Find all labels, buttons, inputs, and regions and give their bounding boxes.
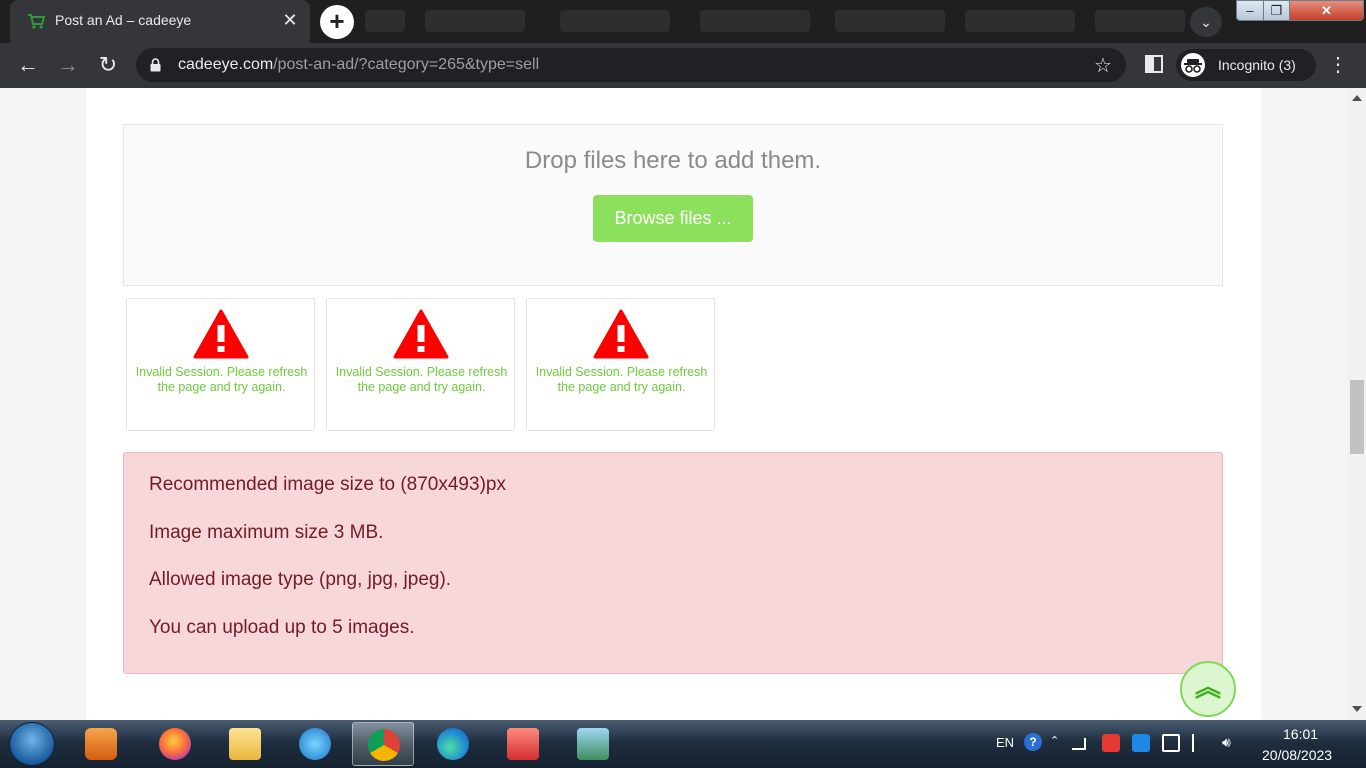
kebab-menu-icon[interactable]: ⋮ <box>1328 51 1348 79</box>
incognito-button[interactable]: Incognito (3) <box>1176 49 1316 81</box>
volume-icon[interactable]: 🔊︎ <box>1222 734 1240 752</box>
upload-thumbnail[interactable]: Invalid Session. Please refresh the page… <box>526 298 715 431</box>
image-requirements-alert: Recommended image size to (870x493)px Im… <box>123 452 1223 674</box>
background-tab[interactable] <box>965 10 1075 32</box>
url-path: /post-an-ad/?category=265&type=sell <box>273 56 540 73</box>
side-panel-icon[interactable] <box>1145 55 1163 73</box>
background-tab[interactable] <box>365 10 405 32</box>
upload-error-message: Invalid Session. Please refresh the page… <box>335 365 508 394</box>
reload-icon[interactable]: ↻ <box>94 51 122 79</box>
url-host: cadeeye.com <box>178 56 274 73</box>
browser-tab-strip: Post an Ad – cadeeye ✕ + ⌄ – ❐ ✕ <box>0 0 1366 43</box>
chrome-taskbar-icon[interactable] <box>352 722 414 766</box>
scroll-down-arrow-icon[interactable] <box>1352 706 1362 712</box>
network-signal-icon[interactable] <box>1072 738 1086 750</box>
alert-line: Recommended image size to (870x493)px <box>149 474 506 495</box>
show-hidden-icons-icon[interactable]: ⌃ <box>1050 734 1068 752</box>
background-tabs <box>365 0 1185 43</box>
address-bar[interactable]: cadeeye.com/post-an-ad/?category=265&typ… <box>136 48 1126 82</box>
incognito-label: Incognito (3) <box>1218 57 1296 73</box>
clock-date[interactable]: 20/08/2023 <box>1262 747 1332 763</box>
pdf-app-taskbar-icon[interactable] <box>492 722 554 766</box>
windows-start-icon[interactable] <box>9 722 55 766</box>
chevron-down-icon[interactable]: ⌄ <box>1190 7 1222 37</box>
url-text: cadeeye.com/post-an-ad/?category=265&typ… <box>178 56 539 74</box>
browser-toolbar: ← → ↻ cadeeye.com/post-an-ad/?category=2… <box>0 43 1366 88</box>
background-tab[interactable] <box>560 10 670 32</box>
back-arrow-icon[interactable]: ← <box>14 51 42 79</box>
lock-icon[interactable] <box>150 58 161 72</box>
window-controls: – ❐ ✕ <box>1236 0 1366 22</box>
double-chevron-up-icon[interactable]: ︽ <box>1180 661 1236 717</box>
alert-line: Allowed image type (png, jpg, jpeg). <box>149 569 452 590</box>
forward-arrow-icon[interactable]: → <box>54 51 82 79</box>
post-ad-content: Drop files here to add them. Browse file… <box>86 88 1261 720</box>
plus-icon[interactable]: + <box>320 5 354 39</box>
warning-triangle-icon <box>393 309 449 359</box>
edge-taskbar-icon[interactable] <box>422 722 484 766</box>
firefox-taskbar-icon[interactable] <box>144 722 206 766</box>
action-center-flag-icon[interactable] <box>1192 734 1210 752</box>
minimize-button[interactable]: – <box>1236 0 1264 21</box>
clock-time[interactable]: 16:01 <box>1283 726 1318 742</box>
scroll-up-arrow-icon[interactable] <box>1352 95 1362 101</box>
incognito-icon <box>1181 53 1205 77</box>
browse-files-button[interactable]: Browse files ... <box>593 195 753 242</box>
scrollbar-thumb[interactable] <box>1350 380 1364 454</box>
warning-triangle-icon <box>193 309 249 359</box>
security-tray-icon[interactable] <box>1102 734 1120 752</box>
upload-error-message: Invalid Session. Please refresh the page… <box>535 365 708 394</box>
photo-viewer-taskbar-icon[interactable] <box>562 722 624 766</box>
windows-taskbar: EN ? ⌃ 🔊︎ 16:01 20/08/2023 <box>0 720 1366 768</box>
close-icon[interactable]: ✕ <box>280 10 300 30</box>
messenger-tray-icon[interactable] <box>1132 734 1150 752</box>
warning-triangle-icon <box>593 309 649 359</box>
background-tab[interactable] <box>1095 10 1185 32</box>
tab-post-an-ad[interactable]: Post an Ad – cadeeye ✕ <box>10 0 310 43</box>
file-dropzone[interactable]: Drop files here to add them. Browse file… <box>123 124 1223 286</box>
background-tab[interactable] <box>425 10 525 32</box>
star-icon[interactable]: ☆ <box>1094 53 1112 78</box>
file-explorer-taskbar-icon[interactable] <box>214 722 276 766</box>
language-indicator[interactable]: EN <box>996 735 1014 750</box>
drop-hint: Drop files here to add them. <box>524 147 822 174</box>
tab-title: Post an Ad – cadeeye <box>55 12 192 28</box>
upload-error-message: Invalid Session. Please refresh the page… <box>135 365 308 394</box>
alert-line: You can upload up to 5 images. <box>149 617 415 638</box>
restore-button[interactable]: ❐ <box>1263 0 1290 21</box>
background-tab[interactable] <box>700 10 810 32</box>
help-icon[interactable]: ? <box>1024 733 1042 751</box>
upload-thumbnail[interactable]: Invalid Session. Please refresh the page… <box>126 298 315 431</box>
window-close-button[interactable]: ✕ <box>1289 0 1364 21</box>
upload-thumbnail[interactable]: Invalid Session. Please refresh the page… <box>326 298 515 431</box>
power-tray-icon[interactable] <box>1162 734 1180 752</box>
alert-line: Image maximum size 3 MB. <box>149 522 384 543</box>
page-viewport: Drop files here to add them. Browse file… <box>0 88 1348 720</box>
internet-explorer-taskbar-icon[interactable] <box>284 722 346 766</box>
cart-favicon-icon <box>28 14 46 29</box>
media-player-taskbar-icon[interactable] <box>70 722 132 766</box>
page-scrollbar[interactable] <box>1348 88 1366 720</box>
background-tab[interactable] <box>835 10 945 32</box>
